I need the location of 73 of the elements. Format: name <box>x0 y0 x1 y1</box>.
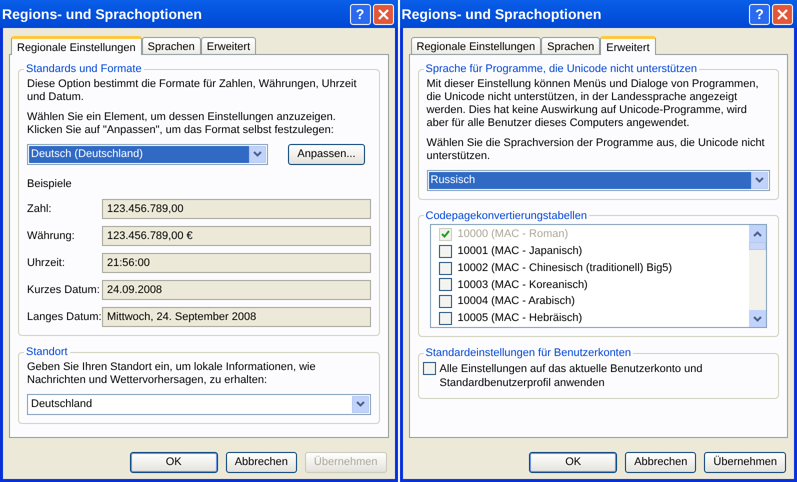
field-label: Uhrzeit: <box>27 256 66 271</box>
readonly-field: 24.09.2008 <box>102 280 370 300</box>
customize-button[interactable]: Anpassen... <box>288 144 364 164</box>
dropdown-field[interactable]: Deutschland <box>27 394 370 414</box>
dropdown-arrow-button[interactable] <box>352 396 368 412</box>
checkbox[interactable] <box>438 295 452 308</box>
section-label: Beispiele <box>27 176 73 192</box>
dialog-button[interactable]: OK <box>529 452 618 473</box>
description-text: Diese Option bestimmt die Formate für Zahlen, Währungen, Uhrzeit und Datum. <box>27 78 358 104</box>
codepage-label: 10005 (MAC - Hebräisch) <box>458 311 582 326</box>
dialog-button[interactable]: Übernehmen <box>704 452 786 473</box>
close-icon <box>777 8 788 20</box>
readonly-field: 21:56:00 <box>102 253 370 273</box>
dropdown-value: Deutsch (Deutschland) <box>29 146 250 162</box>
chevron-down-icon <box>753 316 762 322</box>
chevron-down-icon <box>356 401 364 407</box>
dialog-button[interactable]: Abbrechen <box>226 452 297 473</box>
dropdown-field[interactable]: Russisch <box>426 170 770 190</box>
field-label: Zahl: <box>27 202 52 217</box>
dropdown-field[interactable]: Deutsch (Deutschland) <box>27 144 268 164</box>
tab[interactable]: Sprachen <box>142 37 201 54</box>
tab[interactable]: Sprachen <box>541 37 600 54</box>
dropdown-arrow-button[interactable] <box>751 172 768 188</box>
readonly-field: 123.456.789,00 <box>102 199 370 219</box>
tab[interactable]: Regionale Einstellungen <box>11 36 142 55</box>
scroll-down-button[interactable] <box>749 310 766 327</box>
dialog-button[interactable]: OK <box>130 452 218 473</box>
group-title: Standardeinstellungen für Benutzerkonten <box>424 346 632 361</box>
group-title: Codepagekonvertierungstabellen <box>424 208 588 224</box>
scrollbar[interactable] <box>749 225 766 327</box>
window-title: Regions- und Sprachoptionen <box>402 4 602 24</box>
close-button[interactable] <box>772 4 793 24</box>
group-title: Standards und Formate <box>25 62 143 77</box>
tab[interactable]: Erweitert <box>600 36 656 55</box>
checkbox[interactable] <box>438 262 452 275</box>
dropdown-value: Russisch <box>428 172 751 188</box>
field-label: Währung: <box>27 228 76 244</box>
codepage-label: 10001 (MAC - Japanisch) <box>458 244 582 259</box>
checkbox[interactable] <box>422 362 436 374</box>
chevron-down-icon <box>253 151 262 157</box>
tab[interactable]: Regionale Einstellungen <box>410 37 542 54</box>
help-button[interactable]: ? <box>749 4 770 24</box>
description-text: Wählen Sie ein Element, um dessen Einstellungen anzuzeigen. Klicken Sie auf "Anpassen", um das Format selbst festzulegen: <box>27 110 337 136</box>
description-text: Mit dieser Einstellung können Menüs und Dialoge von Programmen, die Unicode nicht unterstützen, in der Landessprache angezeigt werden. Dies hat keine Auswirkung auf Unicode-Programme, wird aber für alle Benutzer dieses Computers angewendet. <box>426 78 760 130</box>
field-label: Langes Datum: <box>27 310 102 325</box>
dropdown-value: Deutschland <box>30 396 94 412</box>
checkbox-label: Alle Einstellungen auf das aktuelle Benutzerkonto und Standardbenutzerprofil anwenden <box>440 362 704 390</box>
tab[interactable]: Erweitert <box>200 37 256 54</box>
codepage-label: 10000 (MAC - Roman) <box>458 227 568 242</box>
group-title: Standort <box>25 345 69 360</box>
help-button[interactable]: ? <box>350 4 370 24</box>
group-title: Sprache für Programme, die Unicode nicht unterstützen <box>424 62 698 77</box>
chevron-down-icon <box>755 177 764 183</box>
codepage-label: 10004 (MAC - Arabisch) <box>458 294 575 310</box>
dropdown-arrow-button[interactable] <box>249 146 266 162</box>
close-button[interactable] <box>372 4 394 24</box>
readonly-field: 123.456.789,00 € <box>102 226 370 246</box>
checkmark-icon <box>440 230 450 238</box>
scroll-thumb[interactable] <box>749 242 766 250</box>
chevron-up-icon <box>753 230 762 236</box>
scroll-up-button[interactable] <box>749 225 766 242</box>
codepage-label: 10003 (MAC - Koreanisch) <box>458 278 588 293</box>
checkbox[interactable] <box>438 244 452 258</box>
window-title: Regions- und Sprachoptionen <box>2 4 203 24</box>
checkbox[interactable] <box>438 278 452 292</box>
readonly-field: Mittwoch, 24. September 2008 <box>102 307 370 327</box>
close-icon <box>378 8 388 20</box>
description-text: Wählen Sie die Sprachversion der Programme aus, die Unicode nicht unterstützen. <box>426 136 766 162</box>
description-text: Geben Sie Ihren Standort ein, um lokale Informationen, wie Nachrichten und Wettervorhersagen, zu erhalten: <box>27 360 317 386</box>
dialog-button[interactable]: Abbrechen <box>625 452 696 473</box>
checkbox[interactable] <box>438 312 452 326</box>
codepage-label: 10002 (MAC - Chinesisch (traditionell) Big5) <box>458 260 672 276</box>
field-label: Kurzes Datum: <box>27 282 101 298</box>
